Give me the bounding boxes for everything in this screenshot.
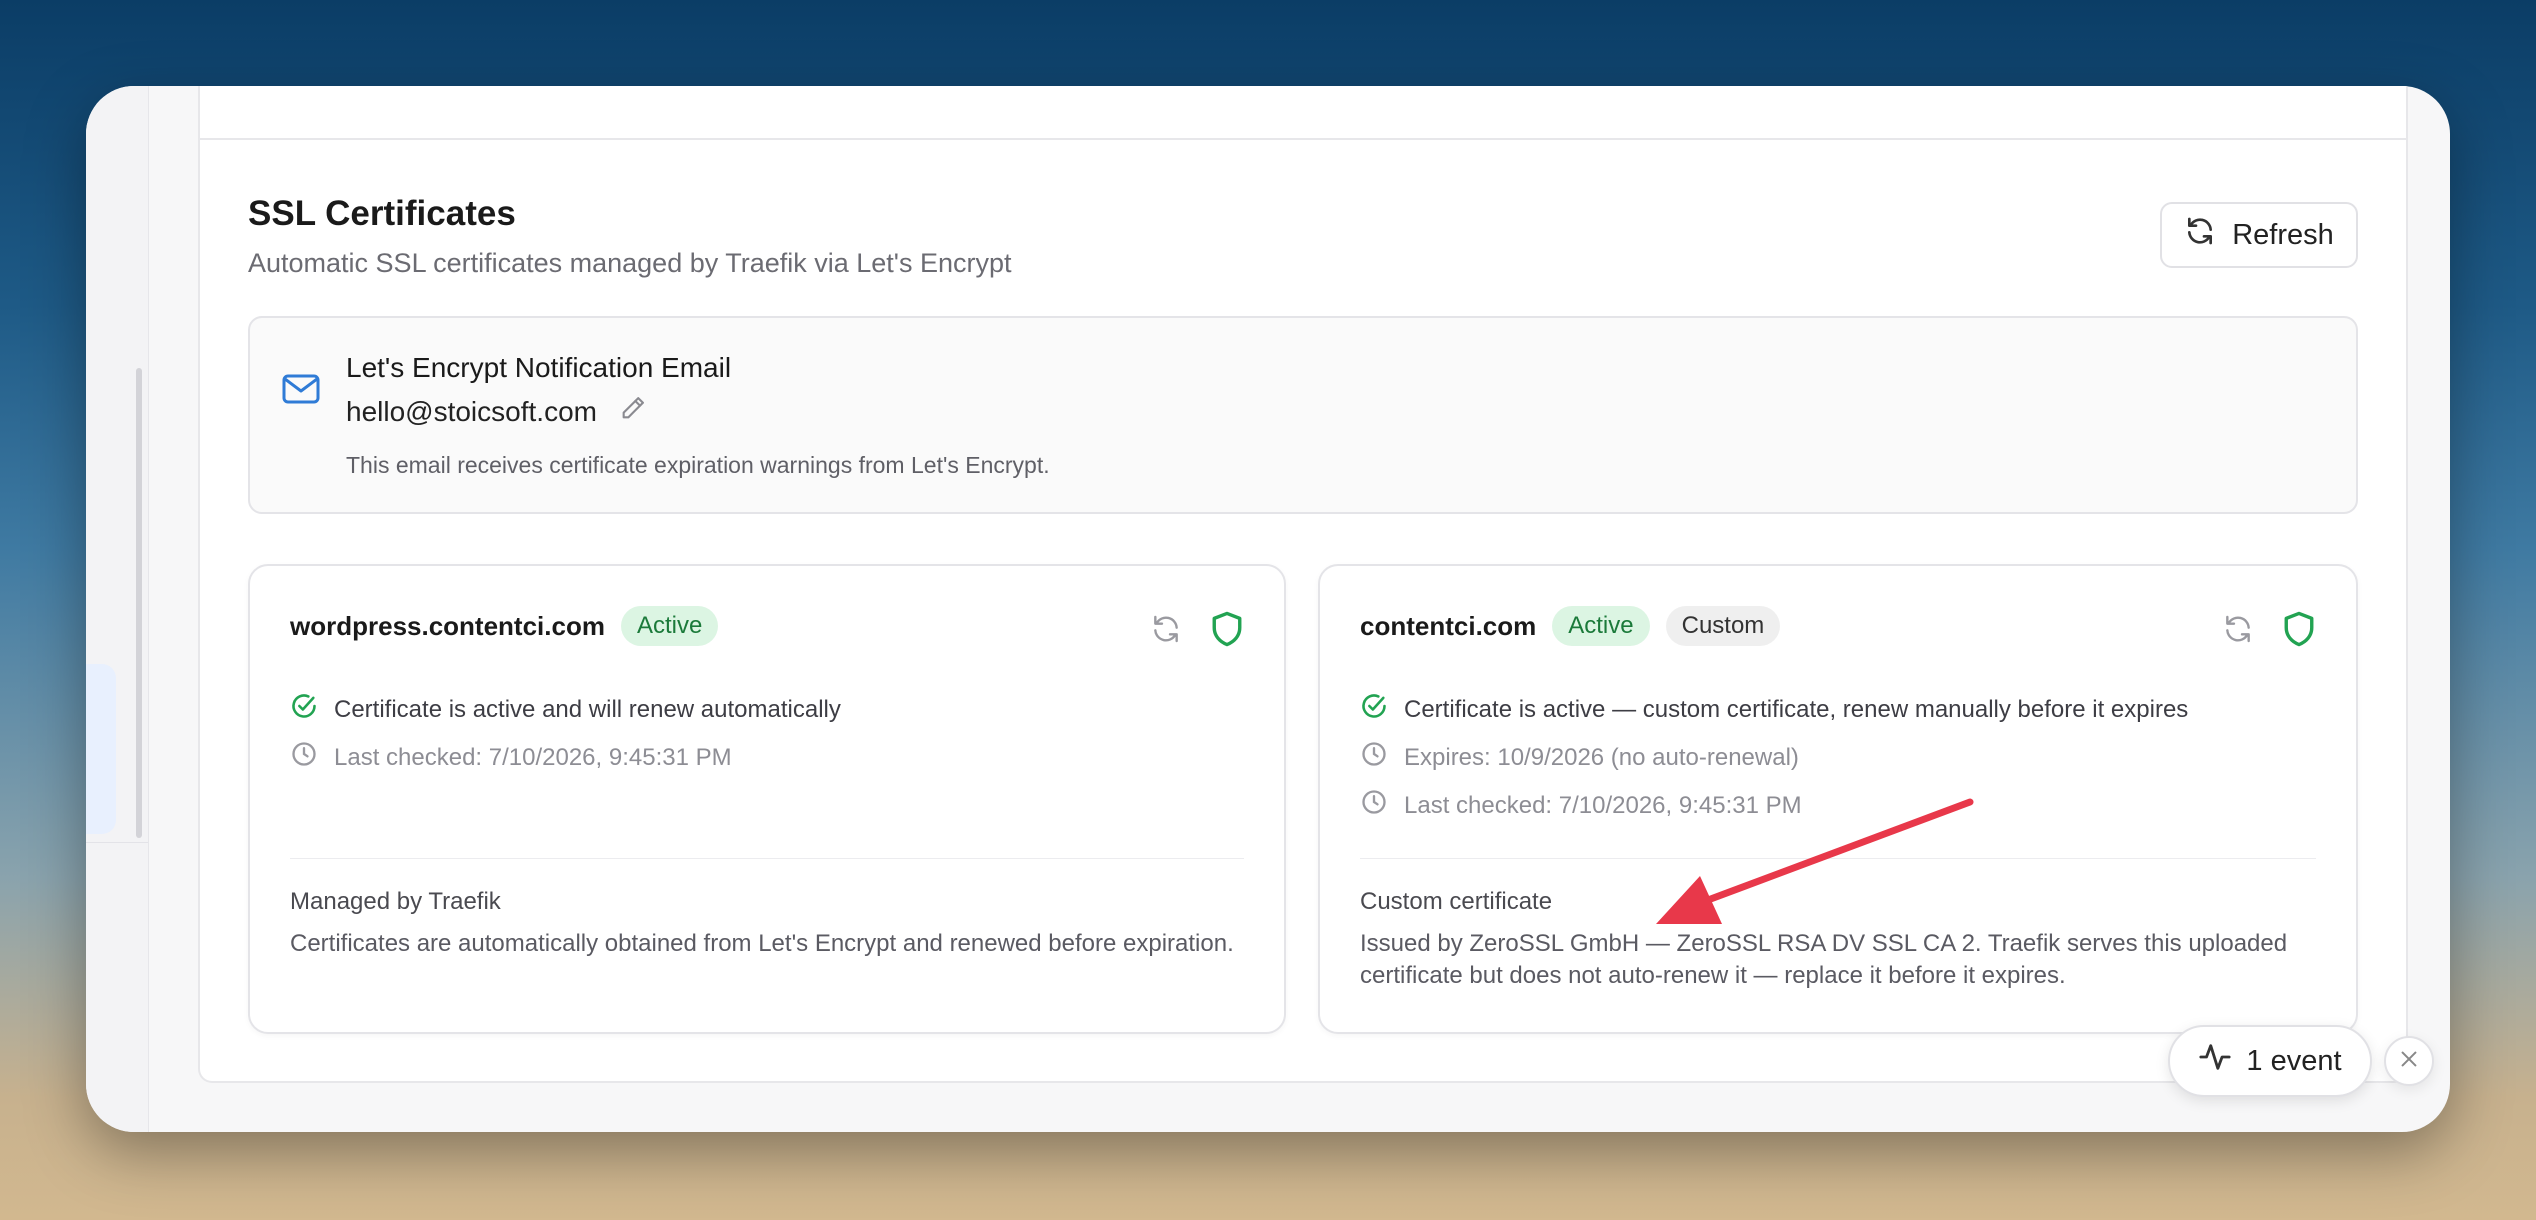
- card-divider: [1360, 858, 2316, 859]
- shield-icon: [1210, 610, 1244, 653]
- card-divider: [290, 858, 1244, 859]
- status-badge: Active: [620, 606, 719, 646]
- status-badge: Active: [1552, 606, 1650, 646]
- certificate-status-line: Certificate is active and will renew aut…: [334, 695, 841, 723]
- check-circle-icon: [290, 692, 318, 727]
- certificate-domain: wordpress.contentci.com: [290, 610, 605, 641]
- refresh-icon: [2184, 215, 2216, 255]
- card-footer-title: Custom certificate: [1360, 888, 1553, 915]
- app-window: SSL Certificates Automatic SSL certifica…: [86, 86, 2450, 1132]
- close-events-button[interactable]: [2384, 1036, 2434, 1086]
- expires-line: Expires: 10/9/2026 (no auto-renewal): [1404, 743, 1799, 771]
- clock-icon: [1360, 740, 1388, 775]
- events-label: 1 event: [2246, 1044, 2342, 1077]
- sidebar: [86, 86, 149, 1132]
- mail-icon: [282, 374, 320, 409]
- certificate-domain: contentci.com: [1360, 610, 1537, 641]
- previous-section-edge: [200, 86, 2406, 140]
- custom-badge: Custom: [1665, 606, 1781, 646]
- clock-icon: [290, 740, 318, 775]
- email-box-note: This email receives certificate expirati…: [346, 452, 1050, 478]
- activity-icon: [2198, 1040, 2232, 1082]
- renew-icon[interactable]: [2222, 613, 2254, 650]
- card-footer-text: Certificates are automatically obtained …: [290, 930, 1234, 957]
- email-box-title: Let's Encrypt Notification Email: [346, 352, 732, 383]
- pencil-icon[interactable]: [619, 394, 647, 429]
- close-icon: [2398, 1048, 2420, 1075]
- refresh-button-label: Refresh: [2232, 218, 2334, 251]
- sidebar-active-item[interactable]: [86, 664, 116, 834]
- ssl-panel: SSL Certificates Automatic SSL certifica…: [198, 86, 2408, 1083]
- card-footer-text: Issued by ZeroSSL GmbH — ZeroSSL RSA DV …: [1360, 930, 2288, 989]
- notification-email-box: Let's Encrypt Notification Email hello@s…: [248, 316, 2358, 514]
- events-button[interactable]: 1 event: [2168, 1025, 2372, 1097]
- last-checked: Last checked: 7/10/2026, 9:45:31 PM: [1404, 791, 1802, 819]
- notification-email-value: hello@stoicsoft.com: [346, 395, 597, 427]
- renew-icon[interactable]: [1150, 613, 1182, 650]
- clock-icon: [1360, 788, 1388, 823]
- sidebar-scrollbar[interactable]: [136, 368, 142, 838]
- page-subtitle: Automatic SSL certificates managed by Tr…: [248, 248, 1012, 278]
- last-checked: Last checked: 7/10/2026, 9:45:31 PM: [334, 743, 732, 771]
- refresh-button[interactable]: Refresh: [2160, 202, 2358, 268]
- sidebar-divider: [86, 842, 148, 843]
- certificate-status-line: Certificate is active — custom certifica…: [1404, 695, 2189, 723]
- shield-icon: [2282, 610, 2316, 653]
- card-footer-title: Managed by Traefik: [290, 888, 501, 915]
- certificate-card: contentci.com Active Custom Certificate …: [1318, 564, 2358, 1034]
- check-circle-icon: [1360, 692, 1388, 727]
- page-title: SSL Certificates: [248, 194, 516, 233]
- certificate-card: wordpress.contentci.com Active Certifica…: [248, 564, 1286, 1034]
